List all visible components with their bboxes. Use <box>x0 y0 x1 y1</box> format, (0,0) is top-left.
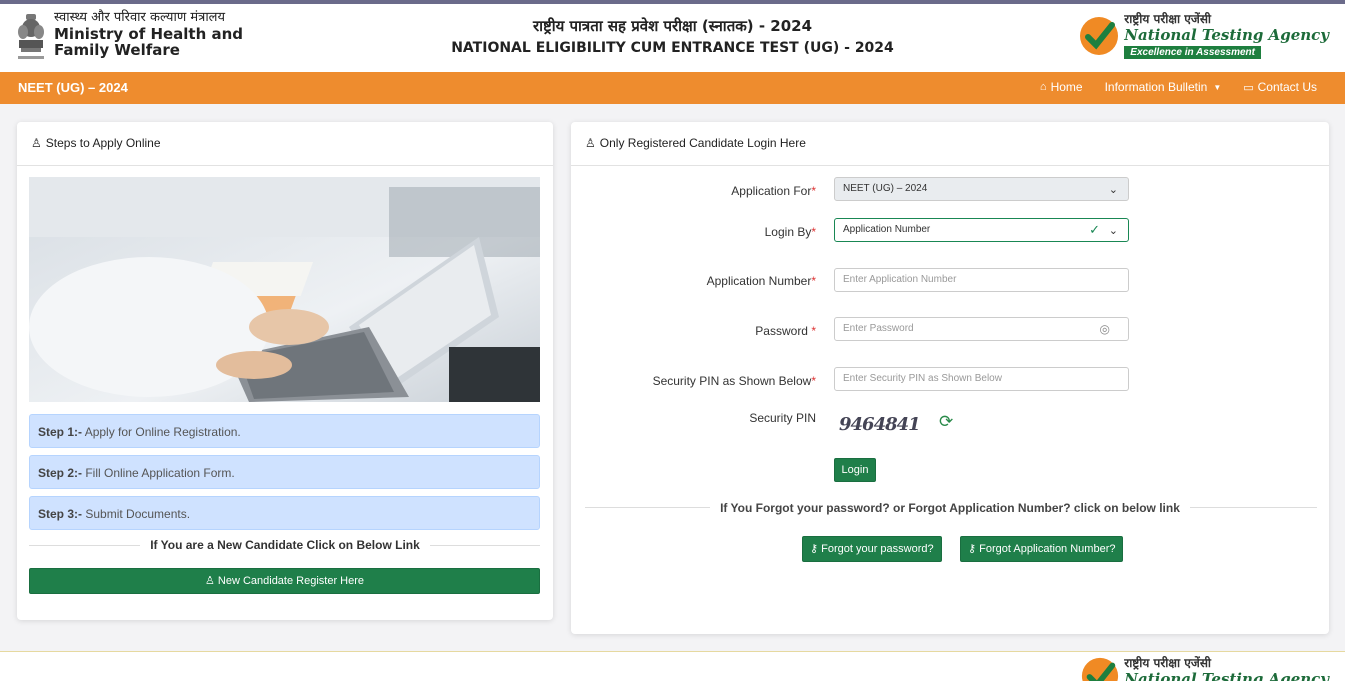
step-3-label: Step 3:- <box>38 507 83 521</box>
check-icon: ✓ <box>1089 222 1100 237</box>
nta-name-english: National Testing Agency <box>1124 26 1329 44</box>
security-pin-placeholder: Enter Security PIN as Shown Below <box>843 373 1002 384</box>
home-icon: ⌂ <box>1039 81 1047 93</box>
new-candidate-register-button[interactable]: ♙ New Candidate Register Here <box>29 568 540 594</box>
person-icon: ♙ <box>585 136 596 150</box>
step-1: Step 1:- Apply for Online Registration. <box>29 414 540 448</box>
nta-logo-icon <box>1080 16 1119 55</box>
application-number-placeholder: Enter Application Number <box>843 274 957 285</box>
forgot-appno-label: Forgot Application Number? <box>979 543 1116 555</box>
caret-down-icon: ▼ <box>1213 82 1222 92</box>
nta-logo-block: राष्ट्रीय परीक्षा एजेंसी National Testin… <box>1078 12 1329 59</box>
forgot-text: If You Forgot your password? or Forgot A… <box>571 501 1329 515</box>
forgot-application-number-button[interactable]: ⚷ Forgot Application Number? <box>960 536 1124 562</box>
security-pin-label: Security PIN <box>749 411 816 425</box>
footer-nta-logo: राष्ट्रीय परीक्षा एजेंसी National Testin… <box>1080 656 1329 681</box>
key-icon: ⚷ <box>810 543 819 555</box>
chevron-down-icon: ⌄ <box>1108 184 1118 196</box>
footer-nta-english: National Testing Agency <box>1124 670 1329 681</box>
step-3: Step 3:- Submit Documents. <box>29 496 540 530</box>
navbar-brand[interactable]: NEET (UG) – 2024 <box>18 80 128 95</box>
security-pin-input[interactable]: Enter Security PIN as Shown Below <box>834 367 1129 391</box>
step-2-label: Step 2:- <box>38 466 83 480</box>
application-number-input[interactable]: Enter Application Number <box>834 268 1129 292</box>
site-header: स्वास्थ्य और परिवार कल्याण मंत्रालय Mini… <box>0 4 1345 72</box>
nta-tagline: Excellence in Assessment <box>1124 46 1261 59</box>
login-button[interactable]: Login <box>834 458 876 482</box>
steps-panel-header: ♙ Steps to Apply Online <box>17 122 553 166</box>
nav-home-link[interactable]: ⌂ Home <box>1040 80 1083 94</box>
user-plus-icon: ♙ <box>204 575 215 587</box>
nav-links: ⌂ Home Information Bulletin ▼ ▭ Contact … <box>1040 80 1317 94</box>
nav-contact-label: Contact Us <box>1257 80 1317 94</box>
key-icon: ⚷ <box>968 543 977 555</box>
security-pin-input-label: Security PIN as Shown Below* <box>652 374 816 388</box>
register-button-label: New Candidate Register Here <box>217 575 365 587</box>
password-placeholder: Enter Password <box>843 323 914 334</box>
new-candidate-label: If You are a New Candidate Click on Belo… <box>140 538 430 552</box>
step-2-text: Fill Online Application Form. <box>82 466 235 480</box>
footer: राष्ट्रीय परीक्षा एजेंसी National Testin… <box>0 651 1345 681</box>
refresh-icon[interactable]: ⟳ <box>939 412 953 432</box>
application-for-select[interactable]: NEET (UG) – 2024 ⌄ <box>834 177 1129 201</box>
chevron-down-icon: ⌄ <box>1108 225 1118 237</box>
login-panel: ♙ Only Registered Candidate Login Here A… <box>571 122 1329 634</box>
chat-icon: ▭ <box>1243 81 1254 94</box>
eye-slash-icon[interactable]: ◎ <box>1100 318 1110 340</box>
forgot-password-button[interactable]: ⚷ Forgot your password? <box>802 536 942 562</box>
nav-bulletin-label: Information Bulletin <box>1104 80 1208 94</box>
step-1-text: Apply for Online Registration. <box>82 425 241 439</box>
password-label: Password * <box>755 324 816 338</box>
login-by-label: Login By* <box>764 225 816 239</box>
footer-nta-hindi: राष्ट्रीय परीक्षा एजेंसी <box>1124 656 1212 670</box>
steps-panel-title: Steps to Apply Online <box>45 136 161 150</box>
main-navbar: NEET (UG) – 2024 ⌂ Home Information Bull… <box>0 72 1345 104</box>
steps-panel: ♙ Steps to Apply Online Step 1:- Apply f… <box>17 122 553 620</box>
nav-contact-link[interactable]: ▭ Contact Us <box>1243 80 1317 94</box>
nav-home-label: Home <box>1050 80 1083 94</box>
password-input[interactable]: Enter Password ◎ <box>834 317 1129 341</box>
application-for-value: NEET (UG) – 2024 <box>843 183 928 194</box>
nta-name-hindi: राष्ट्रीय परीक्षा एजेंसी <box>1124 12 1212 26</box>
captcha-image: 9464841 <box>839 414 921 435</box>
forgot-text-label: If You Forgot your password? or Forgot A… <box>710 501 1190 515</box>
login-by-value: Application Number <box>843 224 931 235</box>
application-for-label: Application For* <box>731 184 816 198</box>
application-number-label: Application Number* <box>706 274 816 288</box>
step-2: Step 2:- Fill Online Application Form. <box>29 455 540 489</box>
login-panel-header: ♙ Only Registered Candidate Login Here <box>571 122 1329 166</box>
nta-logo-icon <box>1082 657 1119 681</box>
person-icon: ♙ <box>31 136 42 150</box>
new-candidate-text: If You are a New Candidate Click on Belo… <box>17 538 553 552</box>
step-3-text: Submit Documents. <box>82 507 191 521</box>
step-1-label: Step 1:- <box>38 425 83 439</box>
laptop-typing-image <box>29 177 540 402</box>
login-by-select[interactable]: Application Number ✓ ⌄ <box>834 218 1129 242</box>
login-panel-title: Only Registered Candidate Login Here <box>599 136 806 150</box>
nav-information-bulletin-dropdown[interactable]: Information Bulletin ▼ <box>1105 80 1222 94</box>
forgot-password-label: Forgot your password? <box>821 543 934 555</box>
